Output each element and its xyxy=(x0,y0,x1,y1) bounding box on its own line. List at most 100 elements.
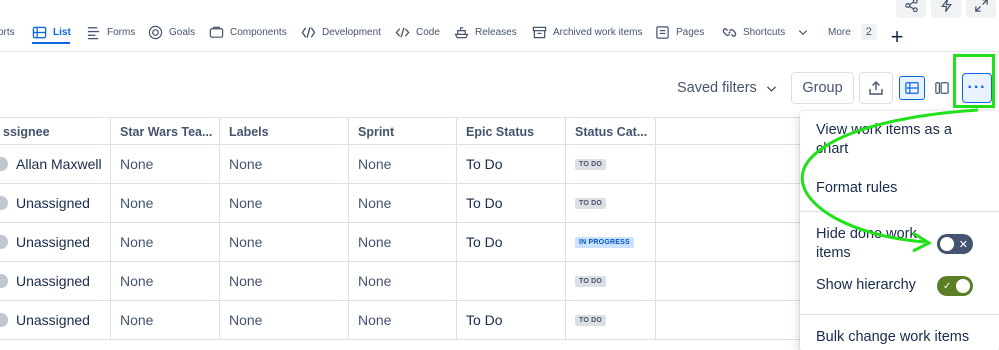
tab-more[interactable]: More 2 xyxy=(828,22,877,42)
close-icon: ✕ xyxy=(958,238,968,251)
sprint-cell[interactable]: None xyxy=(348,262,456,300)
status-category-cell[interactable]: TO DO xyxy=(565,145,655,183)
assignee-cell[interactable]: Unassigned xyxy=(0,223,110,261)
saved-filters-label: Saved filters xyxy=(677,80,757,96)
avatar xyxy=(0,196,8,210)
tab-list[interactable]: List xyxy=(32,22,71,42)
group-button[interactable]: Group xyxy=(791,72,854,104)
team-cell[interactable]: None xyxy=(110,262,219,300)
fullscreen-button[interactable] xyxy=(966,0,996,18)
more-actions-button[interactable]: ··· xyxy=(962,73,992,103)
column-header-assignee[interactable]: ssignee xyxy=(0,118,111,145)
upload-icon xyxy=(869,81,883,95)
export-button[interactable] xyxy=(859,72,893,104)
assignee-cell[interactable]: Unassigned xyxy=(0,184,110,222)
status-category-cell[interactable]: IN PROGRESS xyxy=(565,223,655,261)
hide-done-toggle[interactable]: ✕ xyxy=(937,234,973,254)
tab-label: List xyxy=(53,26,71,38)
epic-status-cell[interactable]: To Do xyxy=(456,145,565,183)
assignee-name: Unassigned xyxy=(16,195,90,211)
tab-components[interactable]: Components xyxy=(209,22,287,42)
table-row[interactable]: Allan Maxwell None None None To Do TO DO xyxy=(0,145,800,184)
view-as-chart-item[interactable]: View work items as a chart xyxy=(816,121,966,159)
share-icon xyxy=(904,0,918,12)
saved-filters-dropdown[interactable]: Saved filters xyxy=(677,76,778,100)
automation-button[interactable] xyxy=(931,0,961,18)
code-brackets-icon xyxy=(301,26,316,38)
format-rules-item[interactable]: Format rules xyxy=(816,179,897,198)
column-header-status-category[interactable]: Status Cat... xyxy=(565,118,655,145)
column-header-epic-status[interactable]: Epic Status xyxy=(456,118,565,145)
show-hierarchy-label: Show hierarchy xyxy=(816,277,916,293)
labels-cell[interactable]: None xyxy=(219,301,348,339)
assignee-name: Unassigned xyxy=(16,234,90,250)
tab-label: Releases xyxy=(475,26,517,38)
team-cell[interactable]: None xyxy=(110,301,219,339)
add-tab-button[interactable]: + xyxy=(887,26,907,48)
team-cell[interactable]: None xyxy=(110,223,219,261)
column-header-labels[interactable]: Labels xyxy=(219,118,348,145)
epic-status-cell[interactable]: To Do xyxy=(456,301,565,339)
bulk-change-item[interactable]: Bulk change work items xyxy=(816,328,969,347)
hide-done-label: Hide done work items xyxy=(816,226,917,261)
table-row[interactable]: Unassigned None None None To Do TO DO xyxy=(0,184,800,223)
tab-archived-work-items[interactable]: Archived work items xyxy=(532,22,642,42)
assignee-cell[interactable]: Allan Maxwell xyxy=(0,145,110,183)
sprint-cell[interactable]: None xyxy=(348,184,456,222)
tab-label: orts xyxy=(0,26,15,38)
table-row[interactable]: Unassigned None None None To Do IN PROGR… xyxy=(0,223,800,262)
lightning-icon xyxy=(940,0,952,12)
chevron-down-icon xyxy=(799,30,808,36)
pages-icon xyxy=(656,25,669,39)
detail-view-button[interactable] xyxy=(929,76,955,100)
tab-shortcuts[interactable]: Shortcuts xyxy=(722,22,809,42)
status-category-cell[interactable]: TO DO xyxy=(565,184,655,222)
archive-icon xyxy=(532,26,547,38)
list-view-button[interactable] xyxy=(899,76,925,100)
tab-reports[interactable]: orts xyxy=(0,22,15,42)
chevron-down-icon xyxy=(766,85,776,92)
sprint-cell[interactable]: None xyxy=(348,223,456,261)
status-category-cell[interactable]: TO DO xyxy=(565,262,655,300)
tabs-bar: orts List Forms Goals Components Develop… xyxy=(0,0,999,52)
table-row[interactable]: Unassigned None None None To Do TO DO xyxy=(0,301,800,340)
tab-forms[interactable]: Forms xyxy=(86,22,135,42)
tab-code[interactable]: Code xyxy=(395,22,440,42)
epic-status-cell[interactable]: To Do xyxy=(456,223,565,261)
tab-development[interactable]: Development xyxy=(301,22,381,42)
status-category-cell[interactable]: TO DO xyxy=(565,301,655,339)
tab-goals[interactable]: Goals xyxy=(148,22,195,42)
sprint-cell[interactable]: None xyxy=(348,301,456,339)
empty-cell xyxy=(655,301,800,339)
assignee-cell[interactable]: Unassigned xyxy=(0,301,110,339)
panel-icon xyxy=(935,82,949,94)
labels-cell[interactable]: None xyxy=(219,262,348,300)
table-row[interactable]: Unassigned None None None TO DO xyxy=(0,262,800,301)
tab-releases[interactable]: Releases xyxy=(454,22,517,42)
toggle-knob xyxy=(940,237,954,251)
share-button[interactable] xyxy=(896,0,926,18)
labels-cell[interactable]: None xyxy=(219,223,348,261)
components-icon xyxy=(209,26,224,38)
epic-status-cell[interactable]: To Do xyxy=(456,184,565,222)
tab-pages[interactable]: Pages xyxy=(655,22,704,42)
forms-icon xyxy=(87,26,100,39)
expand-icon xyxy=(974,0,988,12)
labels-cell[interactable]: None xyxy=(219,145,348,183)
empty-cell xyxy=(655,145,800,183)
assignee-cell[interactable]: Unassigned xyxy=(0,262,110,300)
show-hierarchy-toggle[interactable]: ✓ xyxy=(937,276,973,296)
labels-cell[interactable]: None xyxy=(219,184,348,222)
status-lozenge: TO DO xyxy=(575,197,607,209)
goals-icon xyxy=(148,25,163,39)
status-lozenge: IN PROGRESS xyxy=(575,236,634,248)
sprint-cell[interactable]: None xyxy=(348,145,456,183)
column-header-sprint[interactable]: Sprint xyxy=(348,118,456,145)
column-header-team[interactable]: Star Wars Tea... xyxy=(110,118,219,145)
tab-label: Development xyxy=(322,26,381,38)
team-cell[interactable]: None xyxy=(110,145,219,183)
epic-status-cell[interactable] xyxy=(456,262,565,300)
more-count-badge: 2 xyxy=(860,24,877,40)
assignee-name: Unassigned xyxy=(16,273,90,289)
team-cell[interactable]: None xyxy=(110,184,219,222)
